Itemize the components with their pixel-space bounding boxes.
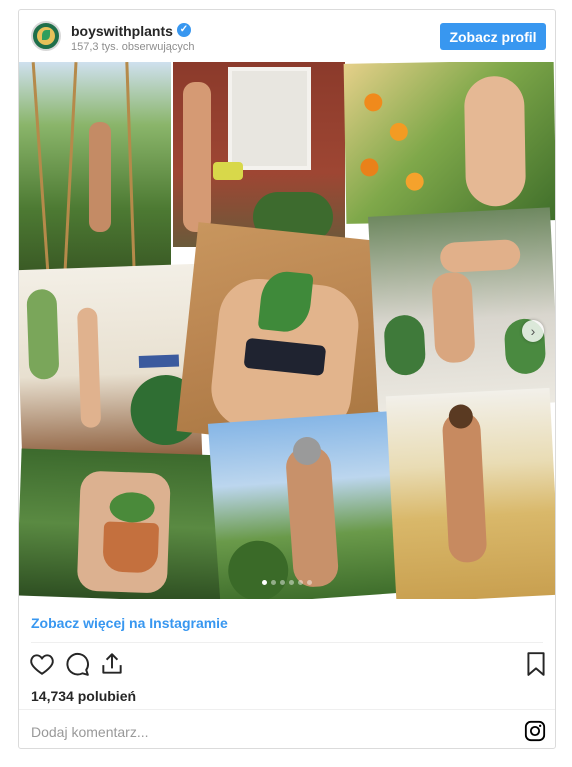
garden-sticks-photo xyxy=(19,62,171,272)
chevron-right-icon[interactable]: › xyxy=(522,320,544,342)
bearded-garden-photo xyxy=(207,410,411,599)
carousel-dot xyxy=(271,580,276,585)
view-profile-button[interactable]: Zobacz profil xyxy=(440,23,546,50)
instagram-embed-card: boyswithplants ✓ 157,3 tys. obserwującyc… xyxy=(18,9,556,749)
heart-icon[interactable] xyxy=(29,651,55,677)
watering-can-photo xyxy=(173,62,345,247)
post-image-carousel[interactable]: › xyxy=(19,62,555,599)
comment-input[interactable] xyxy=(29,718,503,746)
divider xyxy=(19,709,555,710)
carousel-dot xyxy=(289,580,294,585)
carousel-dot xyxy=(280,580,285,585)
follower-count: 157,3 tys. obserwujących xyxy=(71,41,195,53)
divider xyxy=(31,642,543,643)
carousel-dot xyxy=(307,580,312,585)
username[interactable]: boyswithplants xyxy=(71,23,173,39)
avatar[interactable] xyxy=(31,21,61,51)
see-more-link[interactable]: Zobacz więcej na Instagramie xyxy=(31,615,228,631)
action-bar xyxy=(19,651,555,681)
handstand-room-photo xyxy=(19,263,203,466)
carousel-dot xyxy=(262,580,267,585)
verified-badge-icon: ✓ xyxy=(177,23,191,37)
share-icon[interactable] xyxy=(99,651,125,677)
post-header: boyswithplants ✓ 157,3 tys. obserwującyc… xyxy=(19,10,555,62)
wheat-field-photo xyxy=(385,387,555,599)
like-count: 14,734 polubień xyxy=(31,688,137,704)
comment-icon[interactable] xyxy=(64,651,90,677)
carousel-dot xyxy=(298,580,303,585)
plant-logo-icon xyxy=(42,30,50,40)
carousel-dots xyxy=(19,580,555,585)
bookmark-icon[interactable] xyxy=(523,651,549,677)
yoga-plants-photo xyxy=(368,207,555,412)
instagram-icon[interactable] xyxy=(524,720,546,742)
pot-holding-photo xyxy=(19,448,227,599)
orange-tree-photo xyxy=(343,62,555,224)
